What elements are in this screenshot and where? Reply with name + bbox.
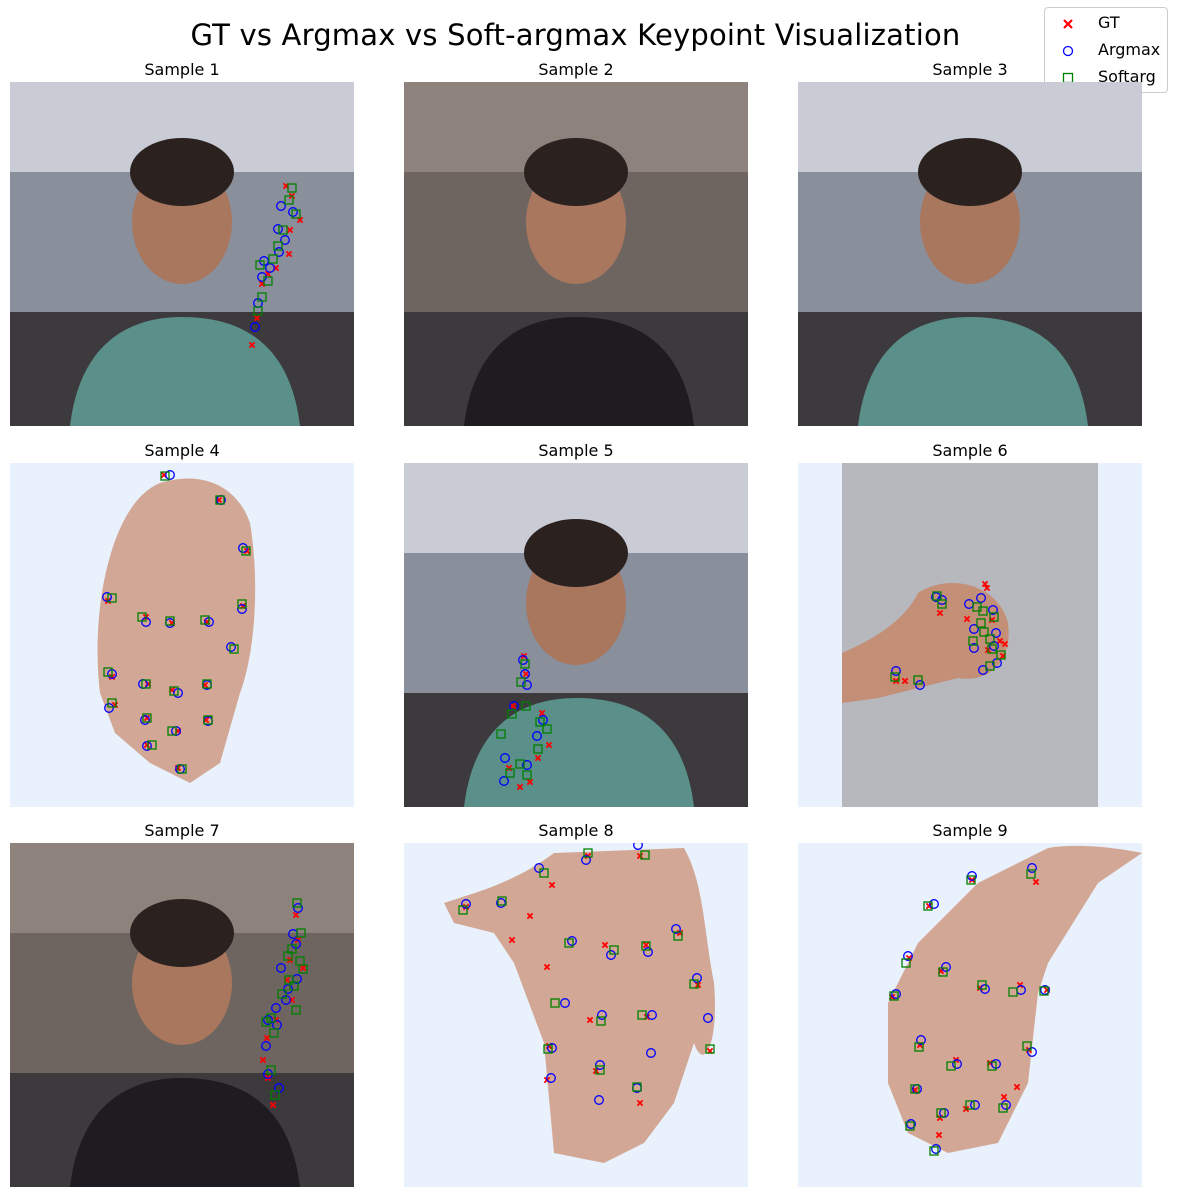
legend-item-gt: GT — [1045, 11, 1167, 37]
panel-background — [798, 463, 1142, 807]
subplot-canvas — [10, 463, 354, 807]
subplot-canvas — [798, 843, 1142, 1187]
panel-background — [404, 82, 748, 426]
subplot-title: Sample 8 — [538, 821, 614, 840]
subplot-panel — [10, 463, 354, 807]
panel-background — [10, 463, 354, 807]
panel-background — [10, 843, 354, 1187]
subplot-panel — [798, 82, 1142, 426]
panel-background — [10, 82, 354, 426]
subplot-panel — [10, 82, 354, 426]
x-marker-icon — [1063, 19, 1073, 29]
subplot-canvas — [404, 82, 748, 426]
legend-label: GT — [1098, 13, 1120, 32]
panel-background — [798, 843, 1142, 1187]
subplot-title: Sample 1 — [144, 60, 220, 79]
legend: GT Argmax Softarg — [1044, 7, 1168, 93]
subplot-canvas — [798, 463, 1142, 807]
panel-background — [404, 463, 748, 807]
subplot-panel — [404, 843, 748, 1187]
subplot-panel — [404, 463, 748, 807]
subplot-title: Sample 6 — [932, 441, 1008, 460]
subplot-title: Sample 3 — [932, 60, 1008, 79]
subplot-title: Sample 9 — [932, 821, 1008, 840]
subplot-canvas — [404, 843, 748, 1187]
subplot-title: Sample 7 — [144, 821, 220, 840]
subplot-title: Sample 2 — [538, 60, 614, 79]
circle-marker-icon — [1062, 45, 1074, 57]
subplot-canvas — [798, 82, 1142, 426]
subplot-panel — [798, 463, 1142, 807]
subplot-canvas — [404, 463, 748, 807]
subplot-canvas — [10, 82, 354, 426]
subplot-title: Sample 5 — [538, 441, 614, 460]
subplot-canvas — [10, 843, 354, 1187]
legend-label: Argmax — [1098, 40, 1161, 59]
figure-title: GT vs Argmax vs Soft-argmax Keypoint Vis… — [190, 18, 961, 52]
subplot-panel — [10, 843, 354, 1187]
subplot-panel — [404, 82, 748, 426]
subplot-panel — [798, 843, 1142, 1187]
panel-background — [798, 82, 1142, 426]
subplot-title: Sample 4 — [144, 441, 220, 460]
panel-background — [404, 843, 748, 1187]
